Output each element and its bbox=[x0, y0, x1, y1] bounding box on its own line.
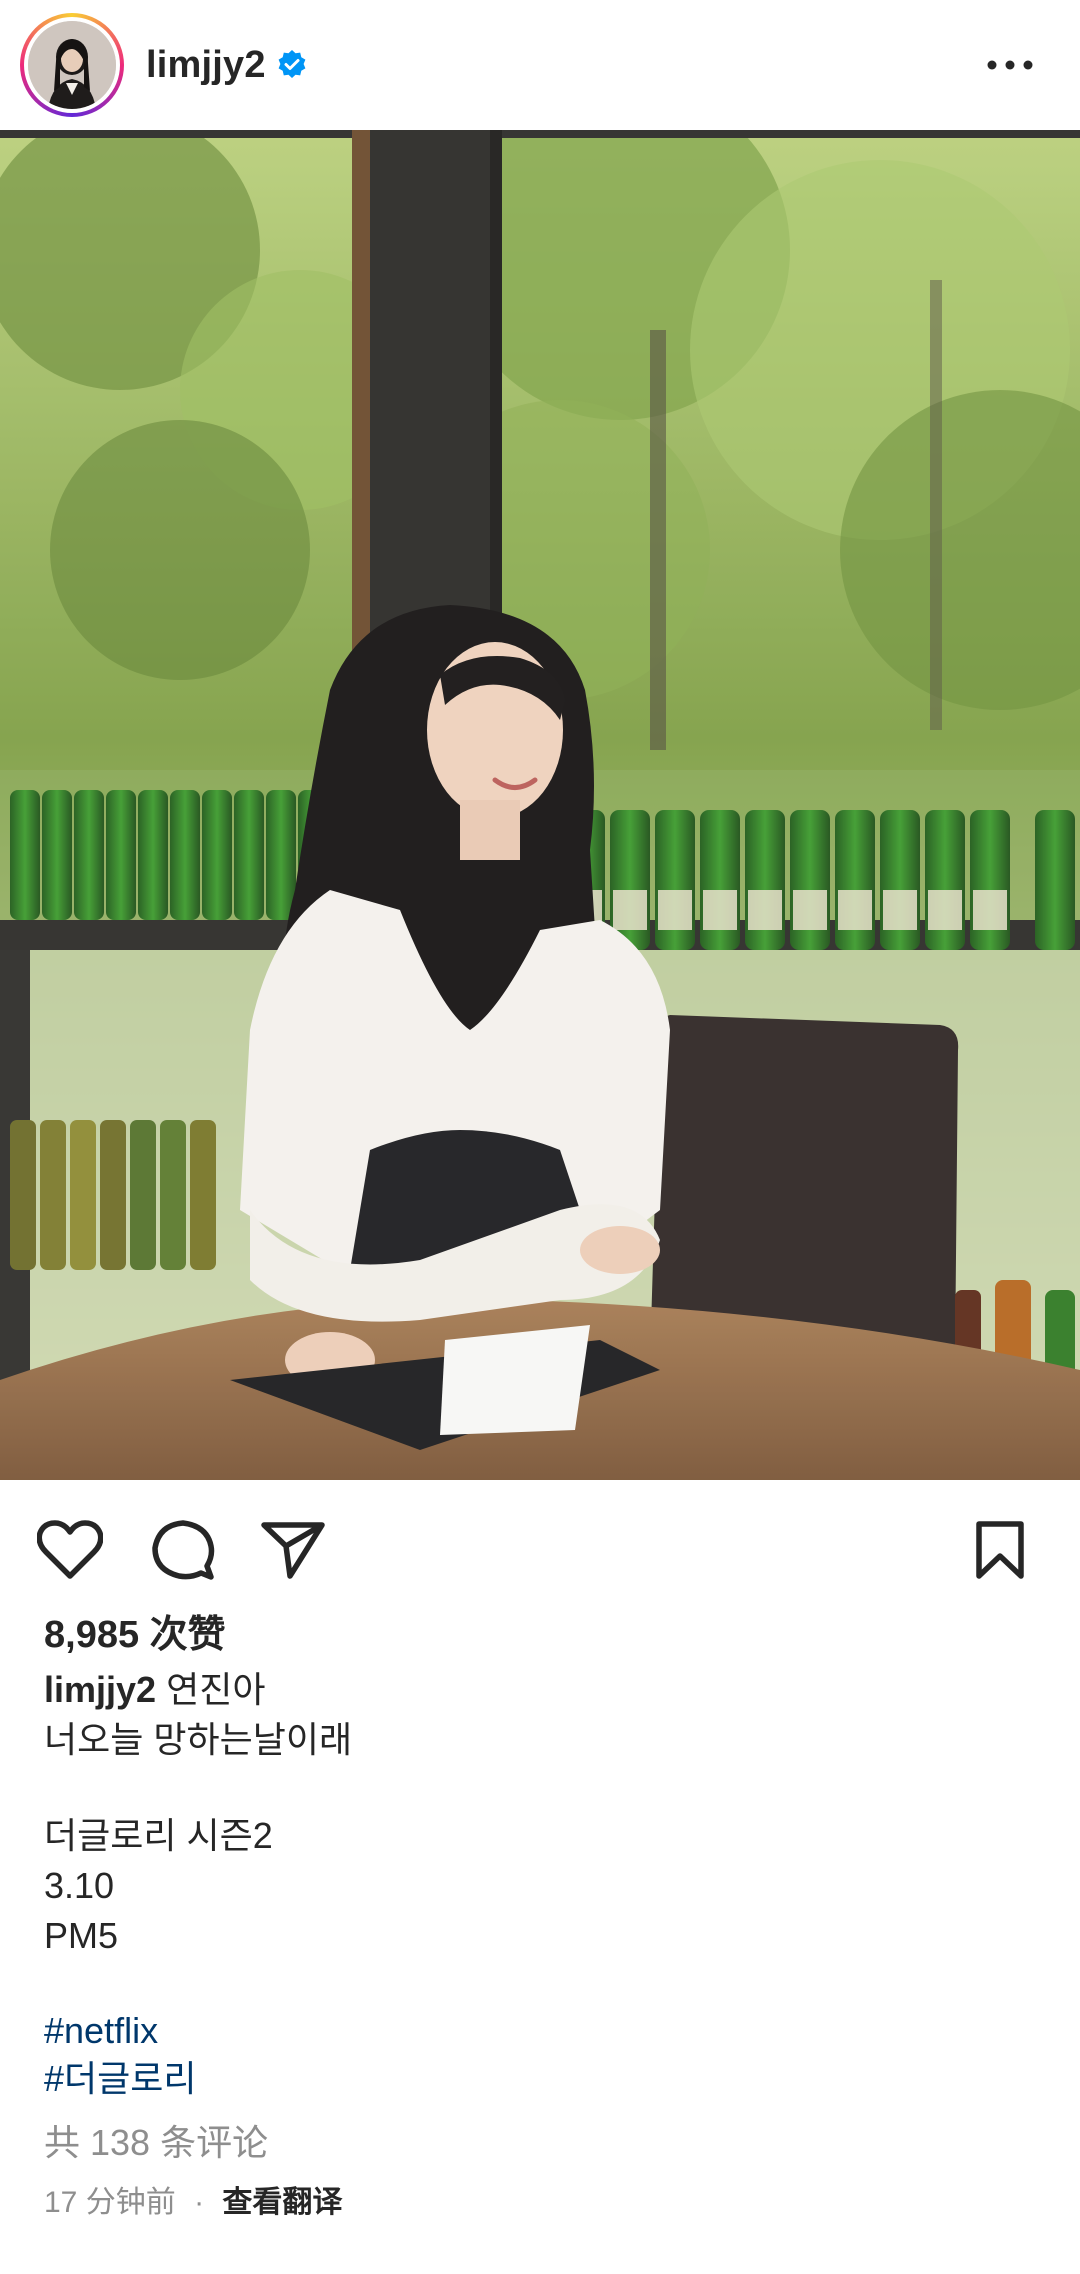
save-button[interactable] bbox=[960, 1510, 1040, 1590]
hashtag-netflix[interactable]: #netflix bbox=[44, 2007, 1044, 2055]
post-photo[interactable] bbox=[0, 130, 1080, 1480]
hashtag-the-glory[interactable]: #더글로리 bbox=[44, 2055, 1044, 2103]
caption-text-4: 3.10 bbox=[44, 1865, 115, 1906]
action-bar bbox=[0, 1480, 1080, 1610]
like-button[interactable] bbox=[30, 1510, 110, 1590]
caption-username[interactable]: limjjy2 bbox=[44, 1669, 156, 1710]
caption-first-line: limjjy2 연진아 bbox=[44, 1665, 1044, 1715]
more-options-button[interactable] bbox=[980, 45, 1040, 85]
view-comments-link[interactable]: 共 138 条评论 bbox=[44, 2111, 1044, 2175]
bookmark-icon bbox=[976, 1521, 1024, 1579]
verified-badge-icon bbox=[276, 49, 308, 81]
caption-text-1: 연진아 bbox=[166, 1669, 266, 1710]
footer-separator: · bbox=[194, 2186, 205, 2219]
post-username[interactable]: limjjy2 bbox=[146, 44, 266, 87]
avatar[interactable] bbox=[20, 13, 124, 117]
post-meta: 8,985 次赞 limjjy2 연진아 너오늘 망하는날이래 더글로리 시즌2… bbox=[44, 1605, 1044, 2231]
more-horizontal-icon bbox=[987, 60, 1033, 70]
heart-icon bbox=[37, 1520, 103, 1579]
see-translation-link[interactable]: 查看翻译 bbox=[222, 2186, 342, 2219]
post-time: 17 分钟前 bbox=[44, 2186, 176, 2219]
avatar-image bbox=[28, 21, 116, 109]
comment-icon bbox=[152, 1520, 215, 1580]
caption-text-2: 너오늘 망하는날이래 bbox=[44, 1719, 353, 1760]
send-icon bbox=[261, 1522, 325, 1579]
caption-text-3: 더글로리 시즌2 bbox=[44, 1815, 273, 1856]
avatar-gap bbox=[24, 17, 120, 113]
likes-count[interactable]: 8,985 次赞 bbox=[44, 1605, 1044, 1665]
post-header: limjjy2 bbox=[0, 0, 1080, 130]
comment-button[interactable] bbox=[143, 1510, 223, 1590]
caption-text-5: PM5 bbox=[44, 1915, 119, 1956]
share-button[interactable] bbox=[253, 1510, 333, 1590]
post-footer: 17 分钟前 · 查看翻译 bbox=[44, 2175, 1044, 2231]
